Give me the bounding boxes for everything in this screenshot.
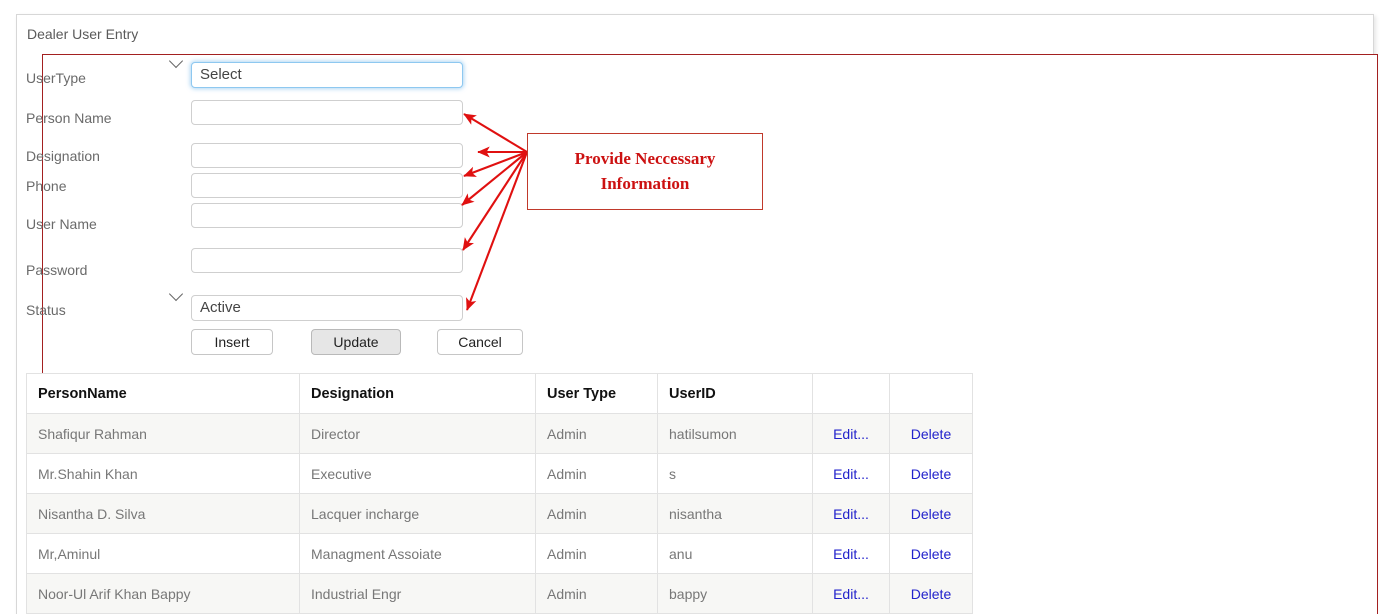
edit-link[interactable]: Edit... xyxy=(833,466,869,482)
cell-edit: Edit... xyxy=(812,453,890,494)
cell-edit: Edit... xyxy=(812,533,890,574)
cell-edit: Edit... xyxy=(812,413,890,454)
edit-link[interactable]: Edit... xyxy=(833,586,869,602)
cell-designation: Lacquer incharge xyxy=(299,493,536,534)
cell-designation: Executive xyxy=(299,453,536,494)
password-input[interactable] xyxy=(191,248,463,273)
column-header-edit xyxy=(812,373,890,414)
cell-userid: hatilsumon xyxy=(657,413,813,454)
edit-link[interactable]: Edit... xyxy=(833,426,869,442)
cell-designation: Industrial Engr xyxy=(299,573,536,614)
cell-userid: bappy xyxy=(657,573,813,614)
cell-delete: Delete xyxy=(889,573,973,614)
insert-button[interactable]: Insert xyxy=(191,329,273,355)
cell-usertype: Admin xyxy=(535,573,658,614)
username-input[interactable] xyxy=(191,203,463,228)
usertype-select[interactable]: Select xyxy=(191,62,463,88)
label-personname: Person Name xyxy=(26,110,112,126)
personname-input[interactable] xyxy=(191,100,463,125)
edit-link[interactable]: Edit... xyxy=(833,546,869,562)
designation-input[interactable] xyxy=(191,143,463,168)
annotation-callout-box: Provide Neccessary Information xyxy=(527,133,763,210)
delete-link[interactable]: Delete xyxy=(911,546,951,562)
label-designation: Designation xyxy=(26,148,100,164)
cell-edit: Edit... xyxy=(812,573,890,614)
table-header-row: PersonName Designation User Type UserID xyxy=(26,373,973,414)
table-header: PersonName Designation User Type UserID xyxy=(26,373,973,414)
phone-input[interactable] xyxy=(191,173,463,198)
cell-usertype: Admin xyxy=(535,453,658,494)
delete-link[interactable]: Delete xyxy=(911,426,951,442)
status-select[interactable]: Active xyxy=(191,295,463,321)
label-usertype: UserType xyxy=(26,70,86,86)
cell-personname: Mr,Aminul xyxy=(26,533,300,574)
cell-userid: s xyxy=(657,453,813,494)
cell-designation: Managment Assoiate xyxy=(299,533,536,574)
table-row: Noor-Ul Arif Khan Bappy Industrial Engr Ad… xyxy=(26,573,973,614)
table-row: Nisantha D. Silva Lacquer incharge Admin ni… xyxy=(26,493,973,534)
annotation-text: Provide Neccessary Information xyxy=(575,147,716,196)
dealer-users-table: PersonName Designation User Type UserID … xyxy=(26,373,973,614)
page-title: Dealer User Entry xyxy=(27,26,139,42)
label-status: Status xyxy=(26,302,66,318)
delete-link[interactable]: Delete xyxy=(911,586,951,602)
cell-personname: Nisantha D. Silva xyxy=(26,493,300,534)
annotation-line-1: Provide Neccessary xyxy=(574,148,716,168)
cell-userid: anu xyxy=(657,533,813,574)
table-row: Mr,Aminul Managment Assoiate Admin anu Edit.… xyxy=(26,533,973,574)
cell-delete: Delete xyxy=(889,413,973,454)
column-header-delete xyxy=(889,373,973,414)
cell-personname: Mr.Shahin Khan xyxy=(26,453,300,494)
delete-link[interactable]: Delete xyxy=(911,506,951,522)
cell-userid: nisantha xyxy=(657,493,813,534)
cell-usertype: Admin xyxy=(535,493,658,534)
update-button[interactable]: Update xyxy=(311,329,401,355)
cell-delete: Delete xyxy=(889,493,973,534)
delete-link[interactable]: Delete xyxy=(911,466,951,482)
table-body: Shafiqur Rahman Director Admin hatilsumon Ed… xyxy=(26,413,973,614)
column-header-userid: UserID xyxy=(657,373,813,414)
cell-designation: Director xyxy=(299,413,536,454)
cell-personname: Shafiqur Rahman xyxy=(26,413,300,454)
column-header-usertype: User Type xyxy=(535,373,658,414)
table-row: Shafiqur Rahman Director Admin hatilsumon Ed… xyxy=(26,413,973,454)
edit-link[interactable]: Edit... xyxy=(833,506,869,522)
annotation-line-2: Information xyxy=(600,173,690,193)
label-password: Password xyxy=(26,262,88,278)
column-header-personname: PersonName xyxy=(26,373,300,414)
cell-delete: Delete xyxy=(889,453,973,494)
cell-edit: Edit... xyxy=(812,493,890,534)
cell-usertype: Admin xyxy=(535,413,658,454)
cell-personname: Noor-Ul Arif Khan Bappy xyxy=(26,573,300,614)
label-phone: Phone xyxy=(26,178,67,194)
cell-delete: Delete xyxy=(889,533,973,574)
column-header-designation: Designation xyxy=(299,373,536,414)
cancel-button[interactable]: Cancel xyxy=(437,329,523,355)
cell-usertype: Admin xyxy=(535,533,658,574)
label-username: User Name xyxy=(26,216,97,232)
table-row: Mr.Shahin Khan Executive Admin s Edit... Dele… xyxy=(26,453,973,494)
